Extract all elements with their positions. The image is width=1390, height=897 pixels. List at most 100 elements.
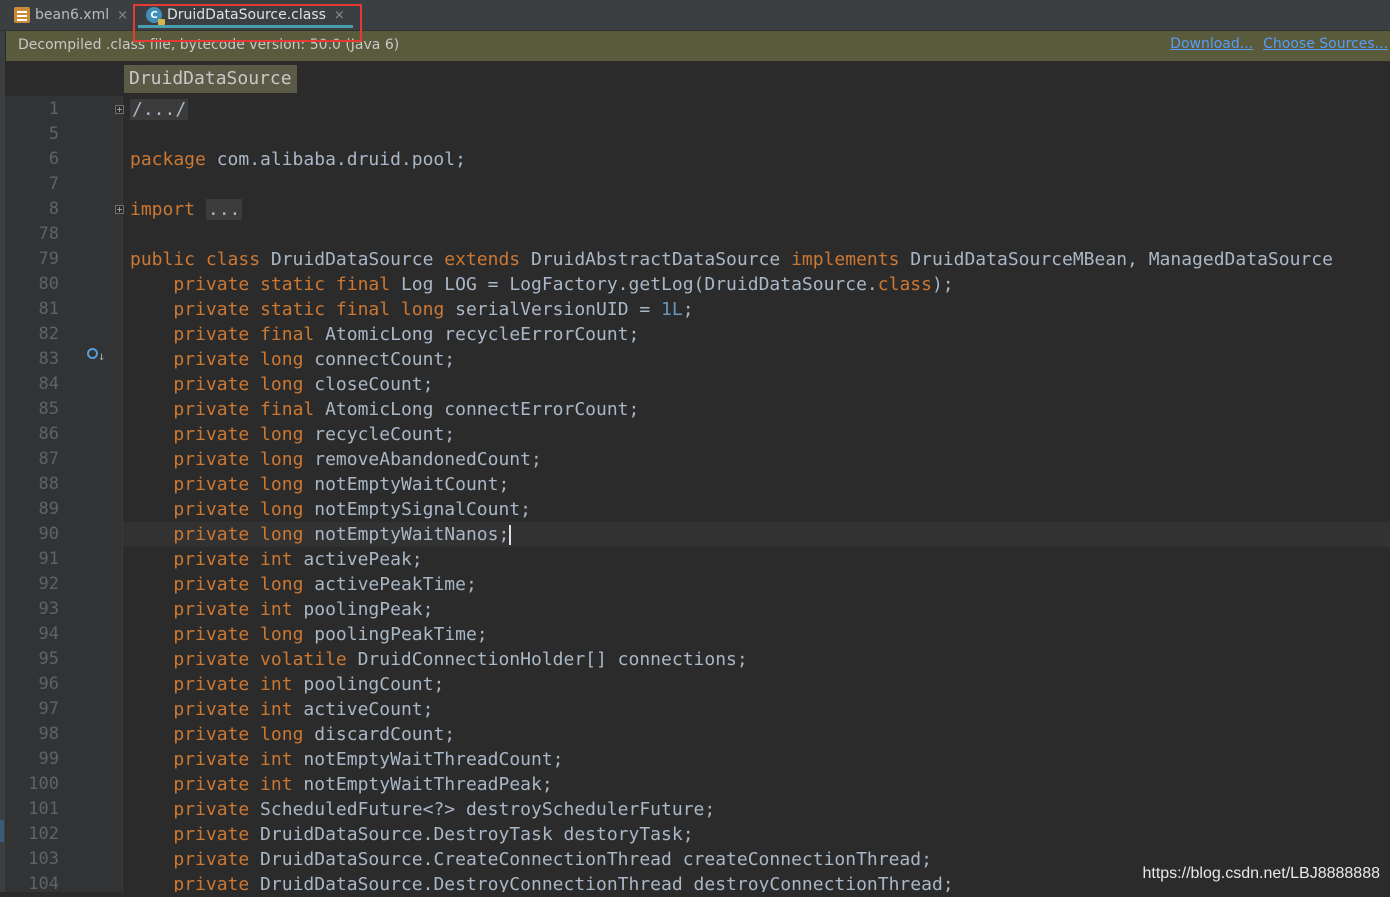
line-number: 86 (38, 424, 59, 444)
code-token: DruidDataSource.DestroyConnectionThread … (249, 874, 954, 892)
code-token: private (173, 824, 250, 845)
code-line[interactable]: private int activeCount; (130, 697, 433, 722)
code-line[interactable]: private ScheduledFuture<?> destroySchedu… (130, 797, 715, 822)
tab-bean6-xml[interactable]: bean6.xml × (14, 0, 128, 30)
decompiled-notification-banner: Decompiled .class file, bytecode version… (6, 31, 1390, 61)
code-line[interactable]: private int notEmptyWaitThreadCount; (130, 747, 564, 772)
download-link[interactable]: Download... (1170, 36, 1253, 52)
code-line[interactable]: private DruidDataSource.DestroyTask dest… (130, 822, 693, 847)
code-line[interactable]: private DruidDataSource.CreateConnection… (130, 847, 932, 872)
code-token: private long (173, 624, 304, 645)
code-token: notEmptyWaitThreadPeak; (292, 774, 553, 795)
code-token: poolingPeak; (292, 599, 434, 620)
code-token: private long (173, 449, 304, 470)
line-number: 85 (38, 399, 59, 419)
code-line[interactable]: private long removeAbandonedCount; (130, 447, 542, 472)
line-number: 84 (38, 374, 59, 394)
code-line[interactable]: private static final long serialVersionU… (130, 297, 693, 322)
code-line[interactable]: import ... (130, 197, 243, 222)
code-token: recycleCount; (303, 424, 456, 445)
line-number: 100 (28, 774, 59, 794)
code-line[interactable]: private long connectCount; (130, 347, 455, 372)
code-line[interactable]: private int activePeak; (130, 547, 422, 572)
code-editor[interactable]: /.../ package com.alibaba.druid.pool; impo… (123, 96, 1390, 892)
line-number: 8 (48, 199, 59, 219)
code-line[interactable]: private long recycleCount; (130, 422, 455, 447)
code-token: 1L (661, 299, 683, 320)
banner-message: Decompiled .class file, bytecode version… (18, 37, 400, 53)
code-token: private final (173, 399, 315, 420)
code-token: private volatile (173, 649, 347, 670)
code-line[interactable]: private DruidDataSource.DestroyConnectio… (130, 872, 954, 892)
code-token: private long (173, 349, 304, 370)
fold-toggle-icon[interactable] (115, 105, 124, 114)
breadcrumb[interactable]: DruidDataSource (124, 65, 297, 93)
code-token: private long (173, 724, 304, 745)
code-line[interactable]: private final AtomicLong connectErrorCou… (130, 397, 639, 422)
line-number: 81 (38, 299, 59, 319)
code-token: poolingPeakTime; (303, 624, 488, 645)
code-token: private int (173, 599, 293, 620)
code-token: removeAbandonedCount; (303, 449, 542, 470)
watermark: https://blog.csdn.net/LBJ8888888 (1142, 865, 1380, 882)
code-line[interactable]: private final AtomicLong recycleErrorCou… (130, 322, 639, 347)
code-token: private long (173, 574, 304, 595)
editor-tab-bar: bean6.xml × C DruidDataSource.class × (0, 0, 1390, 31)
folded-region[interactable]: /.../ (130, 99, 189, 120)
code-line[interactable]: public class DruidDataSource extends Dru… (130, 247, 1333, 272)
line-number: 103 (28, 849, 59, 869)
code-line[interactable]: private volatile DruidConnectionHolder[]… (130, 647, 747, 672)
tab-label: bean6.xml (35, 7, 110, 23)
class-file-icon: C (146, 7, 165, 25)
code-token: extends (444, 249, 521, 270)
code-line[interactable]: private long poolingPeakTime; (130, 622, 488, 647)
code-token: notEmptyWaitThreadCount; (292, 749, 564, 770)
line-number: 92 (38, 574, 59, 594)
implementation-gutter-icon[interactable]: ↓ (87, 348, 105, 364)
line-number: 98 (38, 724, 59, 744)
code-line[interactable]: private long notEmptySignalCount; (130, 497, 531, 522)
code-token: DruidAbstractDataSource (520, 249, 792, 270)
code-token: com.alibaba.druid.pool; (205, 149, 466, 170)
fold-toggle-icon[interactable] (115, 205, 124, 214)
line-number: 104 (28, 874, 59, 894)
code-line[interactable]: private long discardCount; (130, 722, 455, 747)
code-line[interactable]: private long closeCount; (130, 372, 433, 397)
code-line[interactable]: private int poolingCount; (130, 672, 444, 697)
code-token: activePeakTime; (303, 574, 477, 595)
close-icon[interactable]: × (334, 8, 345, 23)
code-line[interactable]: private int poolingPeak; (130, 597, 433, 622)
choose-sources-link[interactable]: Choose Sources... (1263, 36, 1388, 52)
tab-druid-datasource-class[interactable]: C DruidDataSource.class × (138, 0, 353, 30)
code-token: ); (931, 274, 954, 295)
code-line[interactable]: package com.alibaba.druid.pool; (130, 147, 466, 172)
code-line[interactable]: private long notEmptyWaitCount; (130, 472, 509, 497)
code-line[interactable]: private long notEmptyWaitNanos; (130, 522, 512, 547)
code-token: private int (173, 549, 293, 570)
line-number: 1 (48, 99, 59, 119)
close-icon[interactable]: × (117, 8, 128, 23)
code-line[interactable]: private static final Log LOG = LogFactor… (130, 272, 954, 297)
code-token: private long (173, 474, 304, 495)
xml-file-icon (14, 7, 30, 23)
code-line[interactable]: private long activePeakTime; (130, 572, 477, 597)
folded-region[interactable]: ... (205, 199, 243, 220)
line-number-gutter: ↓ 1 5 6 7 8 78 79 80 81 82 83 84 85 86 87 88 89 90 91 92 93 9… (5, 96, 123, 894)
line-number: 7 (48, 174, 59, 194)
code-line[interactable]: private int notEmptyWaitThreadPeak; (130, 772, 553, 797)
line-number: 91 (38, 549, 59, 569)
tool-window-marker[interactable] (0, 820, 4, 842)
code-line[interactable]: /.../ (130, 97, 189, 122)
